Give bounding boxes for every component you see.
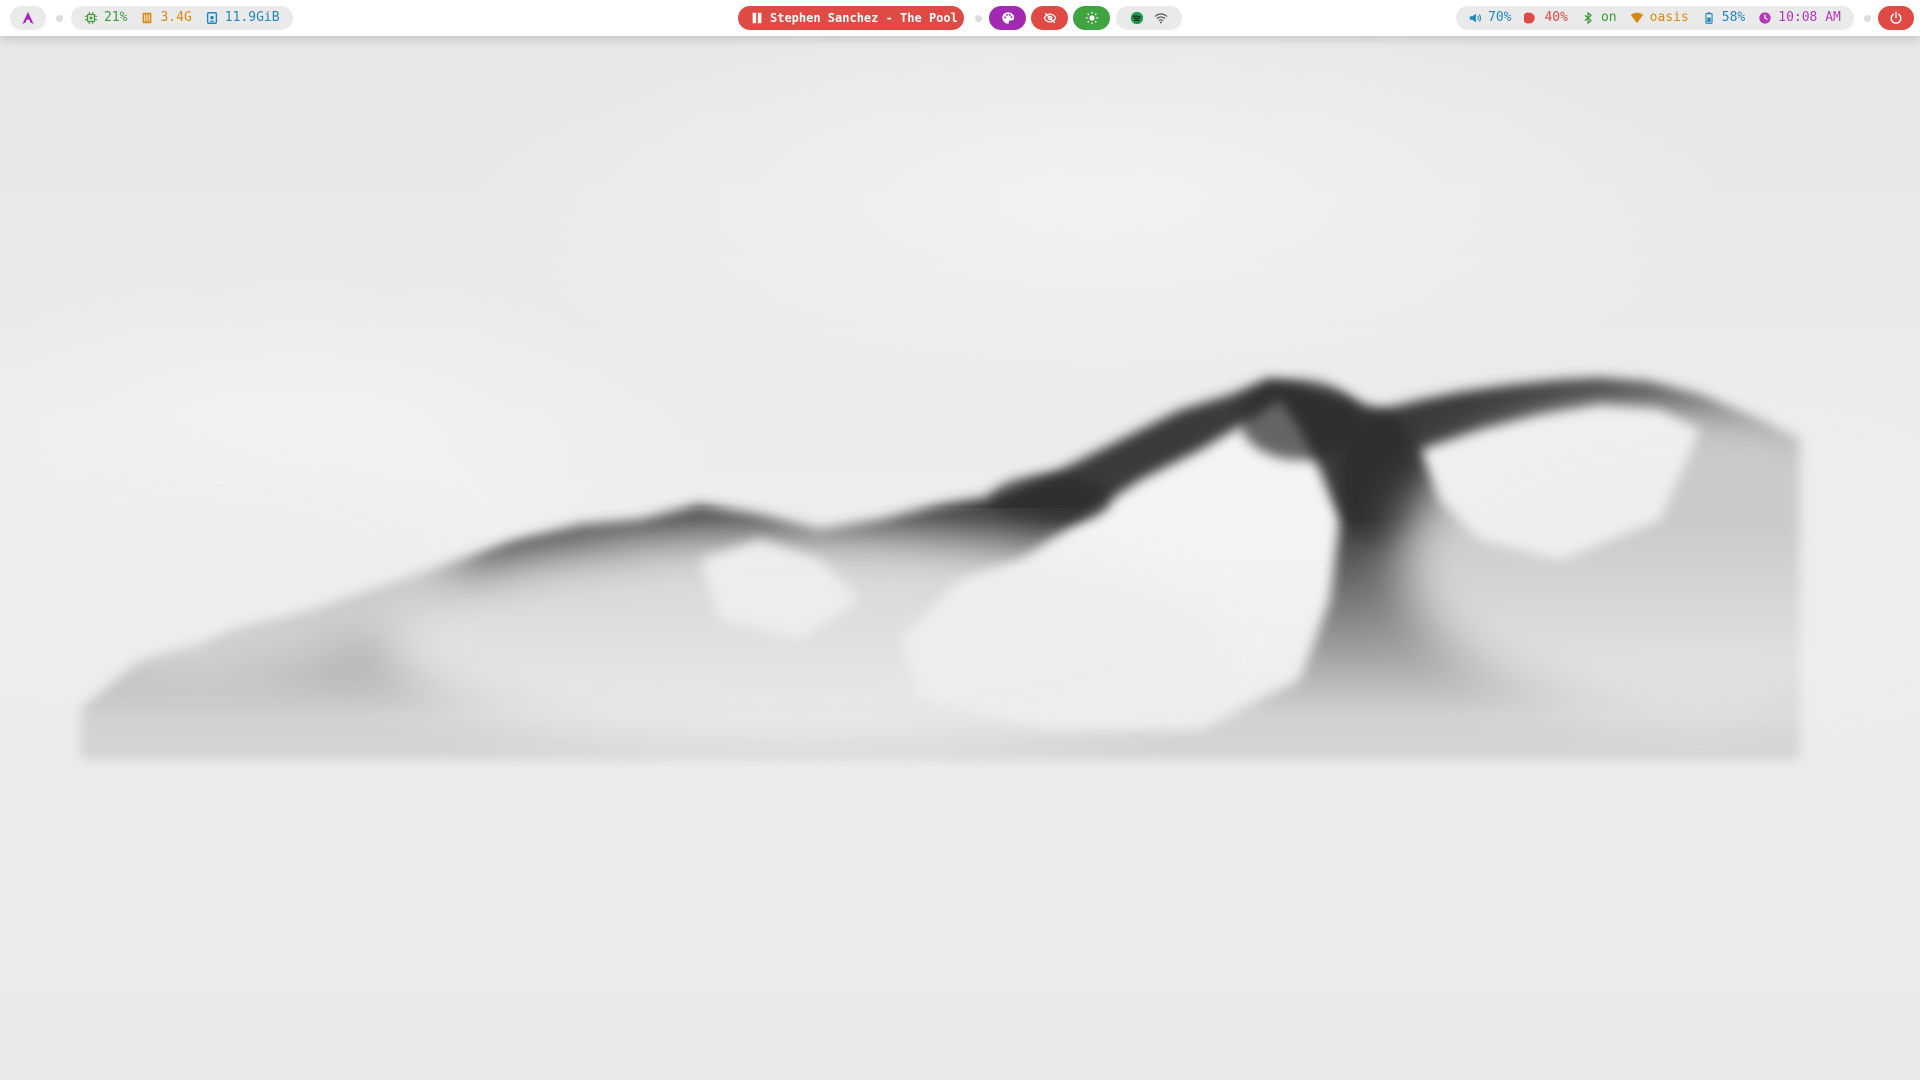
media-title: Stephen Sanchez - The Pool xyxy=(770,11,958,25)
disk-usage[interactable]: 11.9GiB xyxy=(205,11,280,25)
battery-indicator[interactable]: 58% xyxy=(1702,11,1745,25)
cpu-value: 21% xyxy=(104,10,128,25)
network-value: oasis xyxy=(1649,10,1689,25)
memory-value: 3.4G xyxy=(160,10,192,25)
eye-off-button[interactable] xyxy=(1031,6,1068,30)
brightness-value: 40% xyxy=(1544,10,1568,25)
palette-button[interactable] xyxy=(989,6,1026,30)
moon-icon xyxy=(1524,11,1538,25)
cpu-chip-icon xyxy=(84,11,98,25)
arch-logo-icon xyxy=(21,11,35,25)
separator-dot xyxy=(1864,15,1871,22)
separator-dot xyxy=(56,15,63,22)
volume-value: 70% xyxy=(1488,10,1512,25)
status-area: 70% 40% on oasis 58% 10:08 AM xyxy=(1456,6,1854,30)
brightness-indicator[interactable]: 40% xyxy=(1524,10,1568,25)
desktop-wallpaper xyxy=(0,0,1920,1080)
disk-icon xyxy=(205,11,219,25)
launcher-button[interactable] xyxy=(10,6,46,30)
volume-indicator[interactable]: 70% xyxy=(1468,11,1511,25)
system-tray xyxy=(1116,6,1182,30)
battery-value: 58% xyxy=(1721,10,1746,25)
eye-off-icon xyxy=(1043,11,1057,25)
media-player[interactable]: Stephen Sanchez - The Pool xyxy=(738,6,964,30)
clock-icon xyxy=(1758,11,1772,25)
wallpaper-mountain-image xyxy=(0,378,1920,1080)
disk-value: 11.9GiB xyxy=(224,10,280,25)
bluetooth-icon xyxy=(1581,11,1595,25)
brightness-button[interactable] xyxy=(1073,6,1110,30)
power-icon xyxy=(1889,11,1903,25)
system-stats[interactable]: 21% 3.4G 11.9GiB xyxy=(71,6,293,30)
pause-icon[interactable] xyxy=(750,11,764,25)
power-button[interactable] xyxy=(1878,6,1914,30)
clock-indicator[interactable]: 10:08 AM xyxy=(1758,11,1841,25)
clock-value: 10:08 AM xyxy=(1778,10,1841,25)
memory-usage[interactable]: 3.4G xyxy=(140,10,192,25)
cpu-usage[interactable]: 21% xyxy=(84,11,127,25)
palette-icon xyxy=(1001,11,1015,25)
separator-dot xyxy=(975,15,982,22)
top-bar: 21% 3.4G 11.9GiB Stephen Sanchez - The P… xyxy=(0,0,1920,36)
speaker-icon xyxy=(1468,11,1482,25)
spotify-icon[interactable] xyxy=(1130,11,1144,25)
network-indicator[interactable]: oasis xyxy=(1630,11,1689,25)
bluetooth-value: on xyxy=(1600,10,1617,25)
battery-icon xyxy=(1702,11,1716,25)
bluetooth-indicator[interactable]: on xyxy=(1581,11,1617,25)
brightness-icon xyxy=(1085,11,1099,25)
wifi-icon[interactable] xyxy=(1154,11,1168,25)
wifi-signal-icon xyxy=(1630,11,1644,25)
memory-icon xyxy=(140,11,154,25)
